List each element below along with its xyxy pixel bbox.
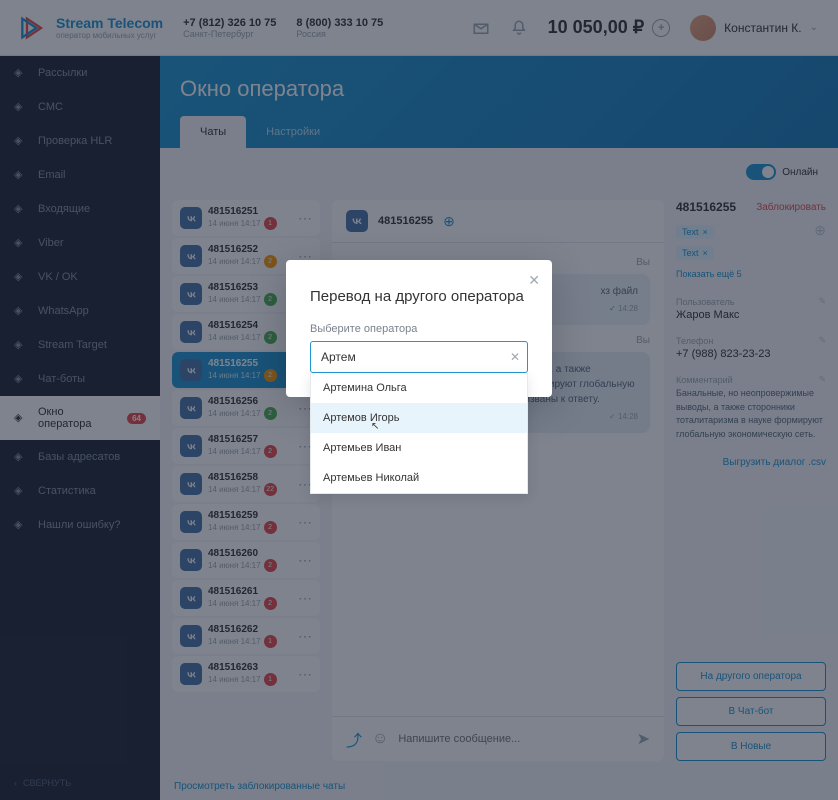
modal-title: Перевод на другого оператора [310, 288, 528, 305]
dropdown-option[interactable]: Артемьев Иван [311, 433, 527, 463]
clear-input-icon[interactable]: ✕ [510, 350, 520, 364]
operator-dropdown: Артемина ОльгаАртемов Игорь↖Артемьев Ива… [310, 373, 528, 494]
operator-search-input[interactable] [310, 341, 528, 373]
dropdown-option[interactable]: Артемов Игорь↖ [311, 403, 527, 433]
modal-label: Выберите оператора [310, 323, 528, 335]
transfer-modal: ✕ Перевод на другого оператора Выберите … [286, 260, 552, 397]
dropdown-option[interactable]: Артемина Ольга [311, 373, 527, 403]
dropdown-option[interactable]: Артемьев Николай [311, 463, 527, 493]
modal-overlay[interactable]: ✕ Перевод на другого оператора Выберите … [0, 0, 838, 800]
close-icon[interactable]: ✕ [528, 272, 540, 289]
